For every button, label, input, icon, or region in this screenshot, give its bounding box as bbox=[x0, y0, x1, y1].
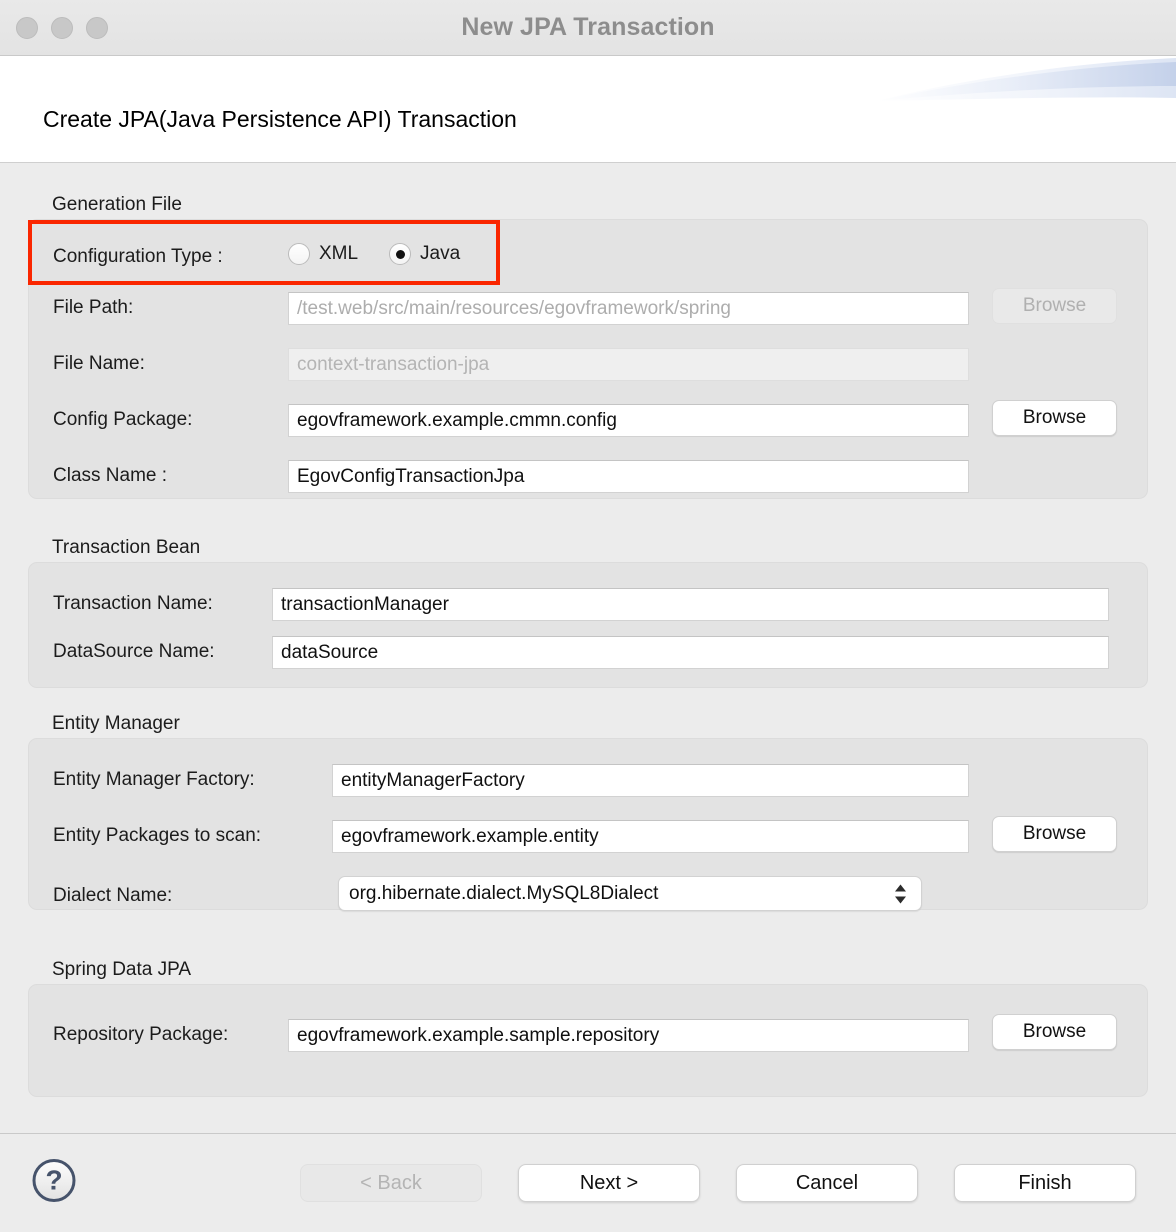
input-entity-packages-to-scan[interactable]: egovframework.example.entity bbox=[332, 820, 969, 853]
input-file-path[interactable]: /test.web/src/main/resources/egovframewo… bbox=[288, 292, 969, 325]
footer-button-group: < Back Next > Cancel Finish bbox=[300, 1164, 1136, 1202]
label-entity-packages-to-scan: Entity Packages to scan: bbox=[53, 825, 261, 847]
section-label-spring-data-jpa: Spring Data JPA bbox=[52, 959, 191, 981]
label-configuration-type: Configuration Type : bbox=[53, 246, 223, 268]
new-jpa-transaction-dialog: New JPA Transaction Create JPA(Java Pers… bbox=[0, 0, 1176, 1232]
groupbox-transaction-bean bbox=[28, 562, 1148, 688]
help-circle-icon[interactable]: ? bbox=[30, 1157, 78, 1210]
radio-java-indicator[interactable] bbox=[389, 243, 411, 265]
wizard-header: Create JPA(Java Persistence API) Transac… bbox=[0, 56, 1176, 163]
input-config-package[interactable]: egovframework.example.cmmn.config bbox=[288, 404, 969, 437]
browse-button-repository-package[interactable]: Browse bbox=[992, 1014, 1117, 1050]
next-button[interactable]: Next > bbox=[518, 1164, 700, 1202]
dialog-footer: ? < Back Next > Cancel Finish bbox=[0, 1133, 1176, 1232]
section-label-generation-file: Generation File bbox=[52, 194, 182, 216]
section-label-transaction-bean: Transaction Bean bbox=[52, 537, 200, 559]
title-bar: New JPA Transaction bbox=[0, 0, 1176, 56]
finish-button[interactable]: Finish bbox=[954, 1164, 1136, 1202]
zoom-button-icon[interactable] bbox=[86, 17, 108, 39]
input-transaction-name[interactable]: transactionManager bbox=[272, 588, 1109, 621]
input-file-name[interactable]: context-transaction-jpa bbox=[288, 348, 969, 381]
label-datasource-name: DataSource Name: bbox=[53, 641, 215, 663]
decorative-swoosh-graphic bbox=[836, 56, 1176, 156]
radio-configuration-type-java[interactable]: Java bbox=[389, 243, 460, 265]
window-title: New JPA Transaction bbox=[0, 13, 1176, 42]
radio-configuration-type-xml[interactable]: XML bbox=[288, 243, 358, 265]
svg-text:?: ? bbox=[45, 1165, 62, 1196]
label-transaction-name: Transaction Name: bbox=[53, 593, 213, 615]
select-dialect-value: org.hibernate.dialect.MySQL8Dialect bbox=[349, 883, 658, 905]
browse-button-entity-packages[interactable]: Browse bbox=[992, 816, 1117, 852]
section-label-entity-manager: Entity Manager bbox=[52, 713, 180, 735]
label-file-path: File Path: bbox=[53, 297, 133, 319]
back-button[interactable]: < Back bbox=[300, 1164, 482, 1202]
minimize-button-icon[interactable] bbox=[51, 17, 73, 39]
label-entity-manager-factory: Entity Manager Factory: bbox=[53, 769, 255, 791]
page-title: Create JPA(Java Persistence API) Transac… bbox=[43, 106, 517, 133]
label-dialect-name: Dialect Name: bbox=[53, 885, 172, 907]
input-class-name[interactable]: EgovConfigTransactionJpa bbox=[288, 460, 969, 493]
label-file-name: File Name: bbox=[53, 353, 145, 375]
chevron-up-down-icon bbox=[894, 884, 907, 903]
input-repository-package[interactable]: egovframework.example.sample.repository bbox=[288, 1019, 969, 1052]
browse-button-config-package[interactable]: Browse bbox=[992, 400, 1117, 436]
input-entity-manager-factory[interactable]: entityManagerFactory bbox=[332, 764, 969, 797]
label-class-name: Class Name : bbox=[53, 465, 167, 487]
input-datasource-name[interactable]: dataSource bbox=[272, 636, 1109, 669]
label-config-package: Config Package: bbox=[53, 409, 192, 431]
traffic-light-group bbox=[16, 17, 108, 39]
radio-xml-label: XML bbox=[319, 243, 358, 265]
select-dialect-name[interactable]: org.hibernate.dialect.MySQL8Dialect bbox=[338, 876, 922, 911]
cancel-button[interactable]: Cancel bbox=[736, 1164, 918, 1202]
close-button-icon[interactable] bbox=[16, 17, 38, 39]
label-repository-package: Repository Package: bbox=[53, 1024, 228, 1046]
radio-java-label: Java bbox=[420, 243, 460, 265]
browse-button-file-path[interactable]: Browse bbox=[992, 288, 1117, 324]
wizard-content: Generation File Configuration Type : XML… bbox=[0, 163, 1176, 1133]
radio-xml-indicator[interactable] bbox=[288, 243, 310, 265]
